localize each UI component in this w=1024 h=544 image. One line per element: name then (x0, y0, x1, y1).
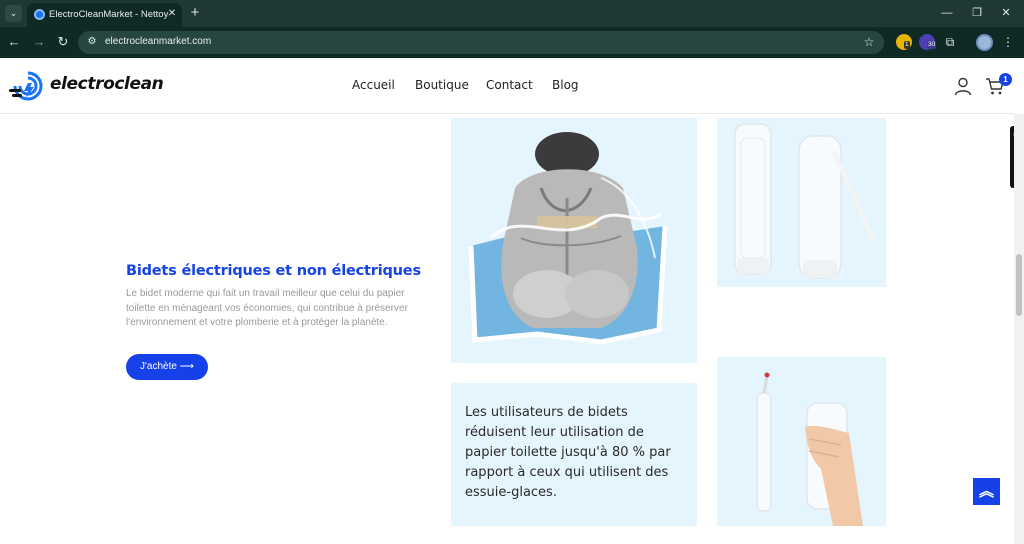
browser-menu-kebab-icon[interactable]: ⋮ (1002, 34, 1014, 50)
tab-close-icon[interactable]: ✕ (166, 8, 178, 20)
browser-tab[interactable]: ElectroCleanMarket - Nettoyage ✕ (27, 3, 182, 27)
bookmark-star-icon[interactable]: ☆ (861, 34, 877, 50)
page-scrollbar[interactable] (1014, 114, 1024, 544)
back-arrow-icon[interactable]: ← (6, 34, 22, 50)
window-minimize-icon[interactable]: — (937, 4, 957, 22)
logo-text[interactable]: electroclean (50, 74, 164, 94)
bottles-illustration (734, 123, 876, 279)
browser-tab-strip: ⌄ ElectroCleanMarket - Nettoyage ✕ + — ❐… (0, 0, 1024, 27)
site-header: electroclean Accueil Boutique Contact Bl… (0, 58, 1014, 114)
promo-description: Le bidet moderne qui fait un travail mei… (126, 288, 408, 328)
account-user-icon[interactable] (953, 76, 973, 96)
statistic-quote-text: Les utilisateurs de bidets réduisent leu… (465, 405, 671, 500)
nav-accueil[interactable]: Accueil (352, 78, 395, 92)
address-bar[interactable]: ⚙ electrocleanmarket.com ☆ (78, 31, 884, 54)
scroll-to-top-double-chevron-up-icon[interactable]: ︽ (973, 478, 1000, 505)
nav-blog[interactable]: Blog (552, 78, 579, 92)
nav-boutique[interactable]: Boutique (415, 78, 469, 92)
extension-badge: 30 (927, 41, 937, 49)
new-tab-plus-icon[interactable]: + (187, 5, 203, 21)
profile-avatar[interactable] (976, 34, 993, 51)
electroclean-logo-icon[interactable] (9, 70, 47, 102)
url-text: electrocleanmarket.com (105, 36, 212, 47)
promo-title: Bidets électriques et non électriques (126, 263, 421, 279)
forward-arrow-icon[interactable]: → (31, 34, 47, 50)
reload-icon[interactable]: ↻ (55, 34, 71, 50)
hand-holding-bidet-image (717, 357, 886, 526)
site-favicon-icon (34, 9, 45, 20)
portable-bidet-bottles-image (717, 118, 886, 287)
extension-badge: 1 (904, 41, 910, 49)
extensions-puzzle-icon[interactable]: ⧉ (942, 34, 958, 50)
scrollbar-thumb[interactable] (1016, 254, 1022, 316)
site-info-icon[interactable]: ⚙ (84, 34, 100, 50)
nav-contact[interactable]: Contact (486, 78, 533, 92)
statue-splash-image (451, 118, 697, 363)
window-restore-icon[interactable]: ❐ (967, 4, 987, 22)
tab-search-chevron-down-icon[interactable]: ⌄ (5, 5, 22, 22)
tab-title: ElectroCleanMarket - Nettoyage (49, 9, 169, 20)
statistic-quote-panel: Les utilisateurs de bidets réduisent leu… (451, 383, 697, 526)
window-close-icon[interactable]: ✕ (996, 4, 1016, 22)
extension-counter-icon[interactable]: 30 (919, 34, 937, 50)
browser-toolbar: ← → ↻ ⚙ electrocleanmarket.com ☆ (0, 27, 1024, 58)
buy-button[interactable]: J'achète ⟶ (126, 354, 208, 380)
extension-coin-icon[interactable]: 1 (896, 34, 912, 50)
hand-bidet-illustration (756, 372, 863, 526)
cart-count-badge: 1 (999, 73, 1012, 86)
statue-illustration (468, 132, 668, 345)
